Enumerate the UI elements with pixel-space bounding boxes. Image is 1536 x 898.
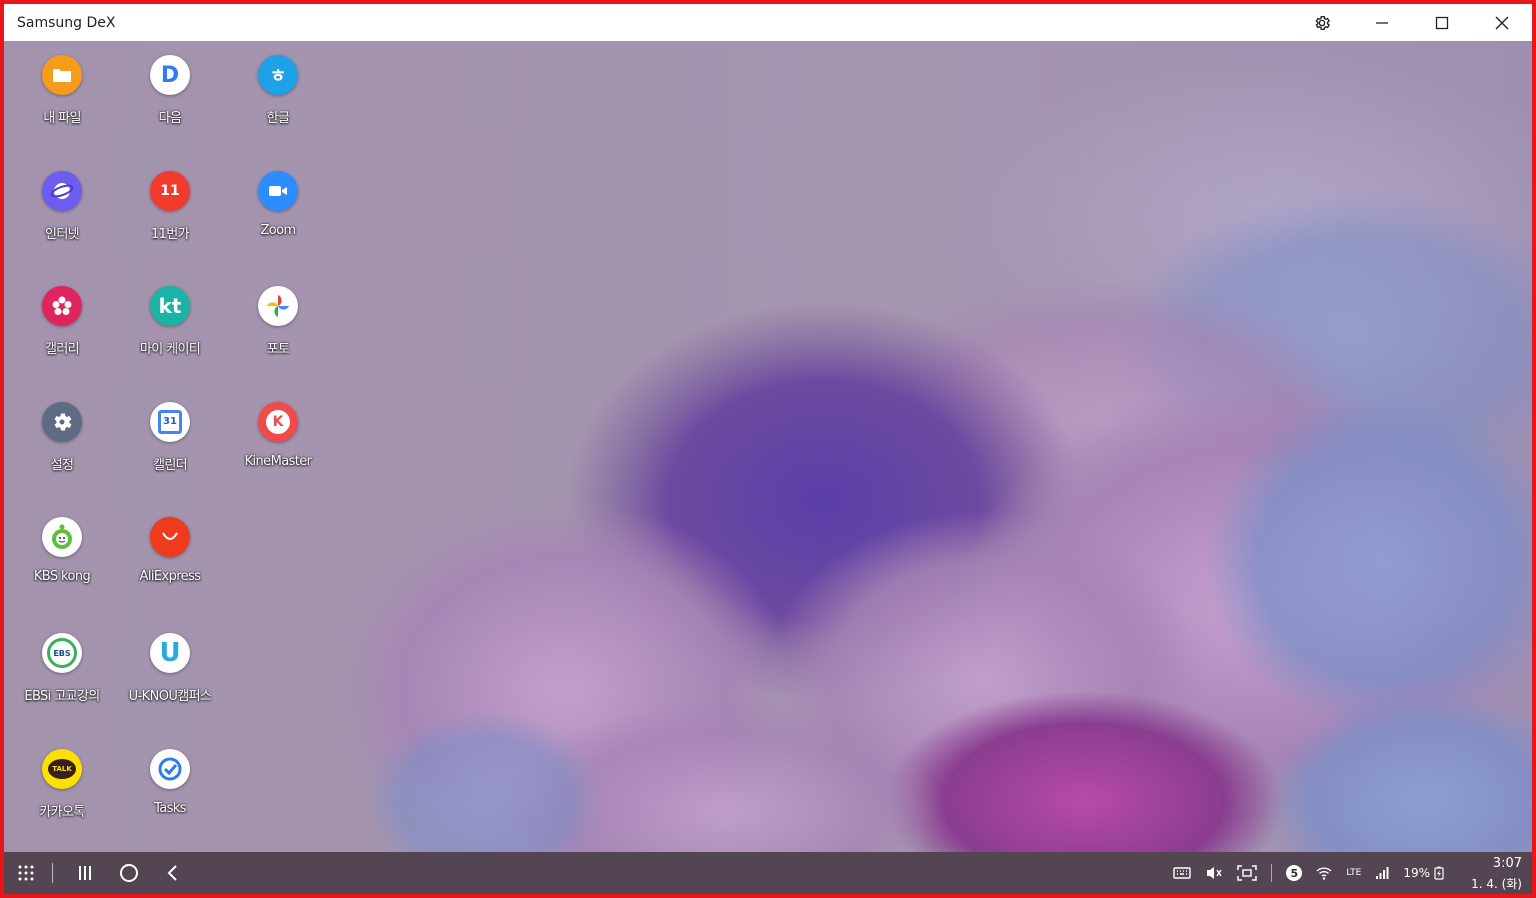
kinemaster-icon: K: [258, 401, 298, 442]
app-shortcut-gallery[interactable]: 갤러리: [8, 272, 116, 382]
app-shortcut-daum[interactable]: D 다음: [116, 41, 224, 151]
my-files-icon: [42, 55, 82, 95]
app-label: KineMaster: [244, 453, 312, 469]
kakaotalk-icon: TALK: [42, 748, 82, 789]
app-shortcut-ebsi[interactable]: EBS EBSi 고교강의: [8, 619, 116, 729]
clock[interactable]: 3:07 1. 4. (화): [1471, 854, 1522, 894]
app-shortcut-google-photos[interactable]: 포토: [224, 272, 332, 382]
app-label: Zoom: [260, 222, 296, 238]
taskbar-divider: [52, 863, 53, 883]
11st-icon: 11: [150, 170, 190, 211]
app-shortcut-my-kt[interactable]: kt 마이 케이티: [116, 272, 224, 382]
hangul-icon: ㅎ: [258, 55, 298, 95]
screen-capture-button[interactable]: [1237, 852, 1258, 894]
clock-date: 1. 4. (화): [1471, 877, 1522, 891]
my-kt-icon: kt: [150, 286, 190, 327]
desktop: 내 파일 D 다음 ㅎ 한글인터넷 11 11번가 Zoom 갤러리 kt 마이 케이티 포토설정 31…: [4, 41, 1532, 852]
muted-speaker-icon: [1207, 867, 1222, 879]
battery-status[interactable]: 19%: [1403, 852, 1444, 894]
network-type-label: LTE: [1346, 868, 1362, 878]
app-shortcut-u-knou[interactable]: U U-KNOU캠퍼스: [116, 619, 224, 729]
app-shortcut-kinemaster[interactable]: K KineMaster: [224, 388, 332, 498]
app-shortcut-settings-gear[interactable]: 설정: [8, 388, 116, 498]
gallery-icon: [42, 286, 82, 327]
recent-apps-icon: [79, 866, 91, 880]
wifi-status[interactable]: [1316, 852, 1332, 894]
u-knou-icon: U: [150, 633, 190, 673]
recent-apps-button[interactable]: [63, 852, 107, 894]
battery-charging-icon: [1434, 866, 1444, 880]
settings-button[interactable]: [1292, 4, 1352, 41]
app-shortcut-google-tasks[interactable]: Tasks: [116, 735, 224, 845]
app-shortcut-kakaotalk[interactable]: TALK 카카오톡: [8, 735, 116, 845]
minimize-icon: [1376, 21, 1388, 24]
app-shortcut-internet[interactable]: 인터넷: [8, 157, 116, 267]
app-label: 갤러리: [44, 342, 80, 358]
signal-strength: [1375, 852, 1389, 894]
network-type: LTE: [1346, 852, 1361, 894]
keyboard-icon: [1173, 867, 1192, 879]
home-button[interactable]: [107, 852, 151, 894]
app-label: 다음: [158, 111, 182, 126]
zoom-icon: [258, 170, 298, 211]
app-shortcut-11st[interactable]: 11 11번가: [116, 157, 224, 267]
notification-badge[interactable]: 5: [1286, 852, 1303, 894]
app-label: U-KNOU캠퍼스: [128, 689, 212, 704]
app-shortcut-zoom[interactable]: Zoom: [224, 157, 332, 267]
settings-gear-icon: [42, 401, 82, 442]
google-calendar-icon: 31: [150, 401, 190, 442]
notification-count: 5: [1286, 865, 1303, 881]
battery-percent: 19%: [1403, 866, 1430, 880]
kbs-kong-icon: [42, 517, 82, 558]
app-shortcut-kbs-kong[interactable]: KBS kong: [8, 503, 116, 613]
taskbar: 5 LTE 19% 3:07 1. 4. (화): [4, 852, 1532, 894]
tray-divider: [1271, 864, 1273, 882]
app-shortcut-aliexpress[interactable]: AliExpress: [116, 503, 224, 613]
back-chevron-icon: [167, 865, 177, 881]
app-shortcut-google-calendar[interactable]: 31 캘린더: [116, 388, 224, 498]
maximize-button[interactable]: [1412, 4, 1472, 41]
app-label: 캘린더: [152, 457, 188, 473]
app-label: 포토: [266, 342, 290, 358]
home-circle-icon: [120, 864, 138, 882]
app-label: 설정: [50, 457, 74, 473]
internet-icon: [42, 170, 82, 211]
daum-icon: D: [150, 55, 190, 95]
signal-bars-icon: [1376, 867, 1389, 879]
app-shortcut-my-files[interactable]: 내 파일: [8, 41, 116, 151]
app-label: 인터넷: [44, 226, 80, 242]
clock-time: 3:07: [1492, 856, 1522, 871]
app-label: AliExpress: [139, 569, 201, 585]
wifi-icon: [1316, 867, 1332, 880]
sound-mute-button[interactable]: [1205, 852, 1223, 894]
gear-icon: [1315, 15, 1331, 30]
back-button[interactable]: [151, 852, 195, 894]
app-label: Tasks: [154, 800, 186, 816]
google-photos-icon: [258, 286, 298, 327]
app-label: 카카오톡: [39, 804, 85, 820]
apps-button[interactable]: [4, 852, 48, 894]
app-label: EBSi 고교강의: [24, 689, 100, 704]
minimize-button[interactable]: [1352, 4, 1412, 41]
app-label: KBS kong: [33, 569, 91, 585]
ebsi-icon: EBS: [42, 633, 82, 673]
aliexpress-icon: [150, 517, 190, 558]
app-label: 한글: [266, 111, 290, 126]
app-label: 11번가: [150, 226, 190, 242]
google-tasks-icon: [150, 748, 190, 789]
window-title: Samsung DeX: [17, 14, 116, 31]
keyboard-button[interactable]: [1173, 852, 1192, 894]
close-icon: [1495, 16, 1509, 29]
apps-grid-icon: [18, 865, 34, 881]
close-button[interactable]: [1472, 4, 1532, 41]
title-bar: Samsung DeX: [4, 4, 1532, 41]
maximize-icon: [1435, 16, 1449, 29]
screenshot-icon: [1237, 865, 1258, 881]
app-label: 마이 케이티: [139, 342, 201, 358]
app-shortcut-hangul[interactable]: ㅎ 한글: [224, 41, 332, 151]
app-label: 내 파일: [43, 111, 81, 126]
